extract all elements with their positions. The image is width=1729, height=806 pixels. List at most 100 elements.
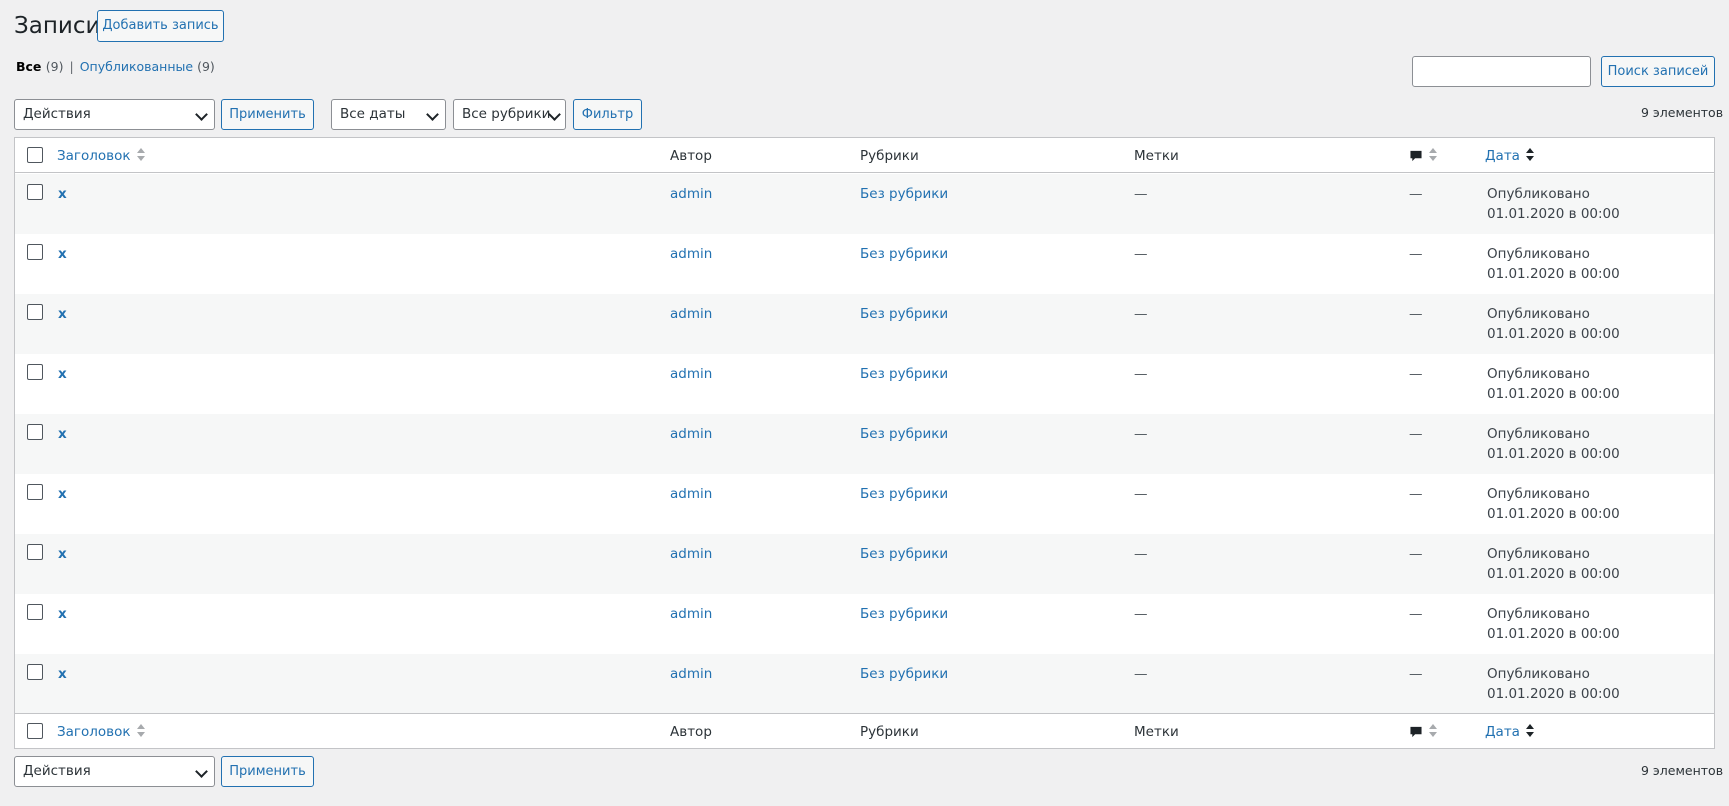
post-author-link[interactable]: admin <box>670 484 712 504</box>
add-new-post-button[interactable]: Добавить запись <box>97 10 224 42</box>
apply-bulk-button-bottom[interactable]: Применить <box>221 756 314 787</box>
post-status: Опубликовано <box>1487 546 1590 562</box>
row-checkbox[interactable] <box>27 424 43 440</box>
post-category-link[interactable]: Без рубрики <box>860 424 948 444</box>
items-count-top: 9 элементов <box>1641 105 1724 120</box>
post-category-link[interactable]: Без рубрики <box>860 364 948 384</box>
search-posts-input[interactable] <box>1412 56 1591 87</box>
post-category-link[interactable]: Без рубрики <box>860 604 948 624</box>
post-comments: — <box>1409 486 1423 502</box>
table-header: Заголовок Автор Рубрики Метки Дата <box>15 138 1714 173</box>
post-title-link[interactable]: x <box>58 604 67 624</box>
table-row: x admin Без рубрики — — Опубликовано 01.01.202… <box>15 654 1714 714</box>
column-date-header[interactable]: Дата <box>1485 147 1536 165</box>
column-title-header[interactable]: Заголовок <box>57 147 147 165</box>
post-title-link[interactable]: x <box>58 544 67 564</box>
row-checkbox[interactable] <box>27 304 43 320</box>
column-author-footer: Автор <box>670 724 712 740</box>
post-date-value: 01.01.2020 в 00:00 <box>1487 206 1620 222</box>
post-category-link[interactable]: Без рубрики <box>860 664 948 684</box>
view-all-link[interactable]: Все (9) <box>16 59 64 74</box>
column-comments-header[interactable] <box>1409 147 1439 165</box>
row-checkbox[interactable] <box>27 604 43 620</box>
post-date-value: 01.01.2020 в 00:00 <box>1487 566 1620 582</box>
table-row: x admin Без рубрики — — Опубликовано 01.01.202… <box>15 294 1714 354</box>
select-all-checkbox-top[interactable] <box>27 147 43 163</box>
post-category-link[interactable]: Без рубрики <box>860 184 948 204</box>
post-title-link[interactable]: x <box>58 424 67 444</box>
row-checkbox[interactable] <box>27 544 43 560</box>
post-author-link[interactable]: admin <box>670 364 712 384</box>
post-tags: — <box>1134 546 1148 562</box>
post-comments: — <box>1409 306 1423 322</box>
post-status: Опубликовано <box>1487 426 1590 442</box>
post-author-link[interactable]: admin <box>670 304 712 324</box>
post-author-link[interactable]: admin <box>670 604 712 624</box>
row-checkbox[interactable] <box>27 364 43 380</box>
post-date: Опубликовано 01.01.2020 в 00:00 <box>1487 604 1620 644</box>
bulk-actions-select-bottom[interactable]: Действия <box>14 756 215 787</box>
page-title: Записи <box>14 13 101 39</box>
post-title-link[interactable]: x <box>58 664 67 684</box>
sort-by-date-link-footer[interactable]: Дата <box>1485 724 1520 740</box>
sort-arrows-icon <box>136 148 147 162</box>
table-row: x admin Без рубрики — — Опубликовано 01.01.202… <box>15 594 1714 654</box>
post-category-link[interactable]: Без рубрики <box>860 544 948 564</box>
view-all-count: (9) <box>45 59 64 74</box>
bulk-actions-select-top[interactable]: Действия <box>14 99 215 130</box>
post-category-link[interactable]: Без рубрики <box>860 304 948 324</box>
post-title-link[interactable]: x <box>58 364 67 384</box>
row-checkbox[interactable] <box>27 664 43 680</box>
post-date: Опубликовано 01.01.2020 в 00:00 <box>1487 184 1620 224</box>
category-filter-value: Все рубрики <box>462 106 551 122</box>
sort-by-date-link[interactable]: Дата <box>1485 148 1520 164</box>
column-title-footer[interactable]: Заголовок <box>57 723 147 741</box>
post-author-link[interactable]: admin <box>670 544 712 564</box>
sort-by-title-link[interactable]: Заголовок <box>57 148 131 164</box>
table-footer: Заголовок Автор Рубрики Метки Дата <box>15 713 1714 748</box>
sort-by-title-link-footer[interactable]: Заголовок <box>57 724 131 740</box>
post-date-value: 01.01.2020 в 00:00 <box>1487 266 1620 282</box>
post-date: Опубликовано 01.01.2020 в 00:00 <box>1487 304 1620 344</box>
post-tags: — <box>1134 366 1148 382</box>
post-comments: — <box>1409 366 1423 382</box>
post-author-link[interactable]: admin <box>670 424 712 444</box>
post-date: Опубликовано 01.01.2020 в 00:00 <box>1487 484 1620 524</box>
dates-filter-select[interactable]: Все даты <box>331 99 446 130</box>
post-status: Опубликовано <box>1487 666 1590 682</box>
post-comments: — <box>1409 666 1423 682</box>
category-filter-select[interactable]: Все рубрики <box>453 99 566 130</box>
post-category-link[interactable]: Без рубрики <box>860 484 948 504</box>
post-date-value: 01.01.2020 в 00:00 <box>1487 386 1620 402</box>
view-published-count: (9) <box>197 59 215 74</box>
post-date: Опубликовано 01.01.2020 в 00:00 <box>1487 664 1620 704</box>
sort-arrows-icon <box>136 724 147 738</box>
post-comments: — <box>1409 606 1423 622</box>
row-checkbox[interactable] <box>27 244 43 260</box>
post-status-views: Все (9) | Опубликованные (9) <box>16 58 215 76</box>
post-date: Опубликовано 01.01.2020 в 00:00 <box>1487 244 1620 284</box>
post-title-link[interactable]: x <box>58 184 67 204</box>
view-published-link[interactable]: Опубликованные (9) <box>80 59 215 74</box>
post-author-link[interactable]: admin <box>670 244 712 264</box>
post-author-link[interactable]: admin <box>670 184 712 204</box>
post-title-link[interactable]: x <box>58 304 67 324</box>
filter-button[interactable]: Фильтр <box>573 99 642 130</box>
post-author-link[interactable]: admin <box>670 664 712 684</box>
column-date-footer[interactable]: Дата <box>1485 723 1536 741</box>
post-date-value: 01.01.2020 в 00:00 <box>1487 506 1620 522</box>
search-posts-button[interactable]: Поиск записей <box>1601 56 1715 87</box>
column-comments-footer[interactable] <box>1409 723 1439 741</box>
post-title-link[interactable]: x <box>58 484 67 504</box>
select-all-checkbox-bottom[interactable] <box>27 723 43 739</box>
post-title-link[interactable]: x <box>58 244 67 264</box>
chevron-down-icon <box>426 108 439 121</box>
post-date: Опубликовано 01.01.2020 в 00:00 <box>1487 424 1620 464</box>
row-checkbox[interactable] <box>27 484 43 500</box>
post-category-link[interactable]: Без рубрики <box>860 244 948 264</box>
posts-page: Записи Добавить запись Все (9) | Опубликов… <box>0 0 1729 806</box>
row-checkbox[interactable] <box>27 184 43 200</box>
post-date-value: 01.01.2020 в 00:00 <box>1487 686 1620 702</box>
post-comments: — <box>1409 246 1423 262</box>
apply-bulk-button-top[interactable]: Применить <box>221 99 314 130</box>
